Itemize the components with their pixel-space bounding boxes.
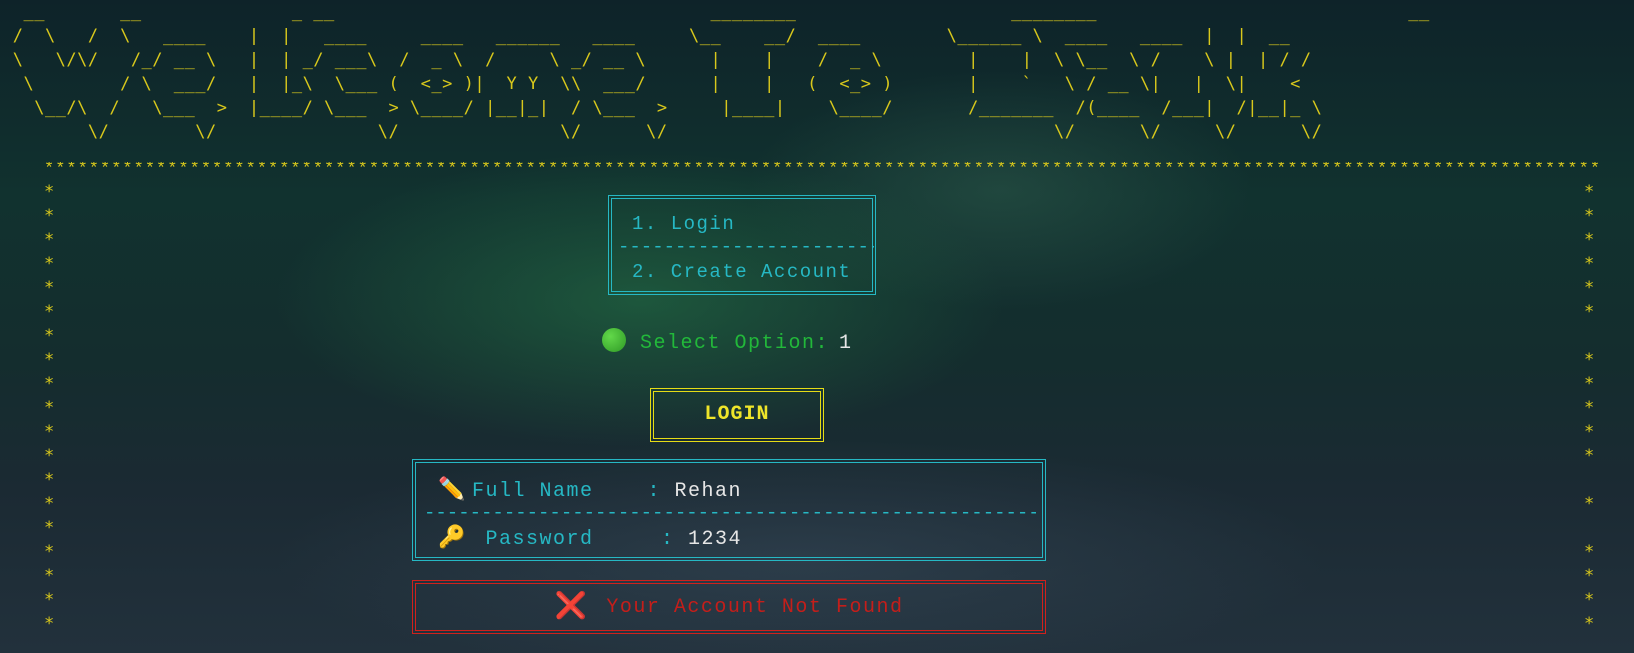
pencil-icon: ✏️ [438,478,467,503]
full-name-row: ✏️ Full Name : Rehan [438,477,742,503]
error-message-text: Your Account Not Found [606,596,904,619]
login-button[interactable]: LOGIN [650,388,824,442]
green-circle-icon [602,328,626,352]
select-option-prompt: Select Option: 1 [602,328,853,355]
full-name-field[interactable]: Rehan [675,480,743,503]
main-menu-box: 1. Login -------------------------------… [608,195,876,295]
password-label: Password : [472,528,689,551]
login-form-box: ✏️ Full Name : Rehan --------------------… [412,459,1046,561]
star-border-right: * * * * * * * * * * * * * * * * [1584,182,1595,634]
key-icon: 🔑 [438,526,467,551]
password-row: 🔑 Password : 1234 [438,525,742,551]
error-message-box: ❌ Your Account Not Found [412,580,1046,634]
menu-option-create-account[interactable]: 2. Create Account [632,261,851,283]
star-border-top: ****************************************… [44,162,1600,178]
welcome-banner-ascii-art: __ __ _ __ ________ ________ __ / \ / \ … [12,2,1430,142]
full-name-label: Full Name : [472,480,675,503]
password-field[interactable]: 1234 [688,528,742,551]
select-option-value[interactable]: 1 [839,332,853,355]
menu-option-login[interactable]: 1. Login [632,213,735,235]
select-option-label: Select Option: [640,332,830,355]
menu-divider: ---------------------------------------- [618,239,874,255]
star-border-left: * * * * * * * * * * * * * * * * * * * [44,182,55,634]
cross-mark-icon: ❌ [554,592,589,622]
form-divider: ----------------------------------------… [424,505,1036,521]
